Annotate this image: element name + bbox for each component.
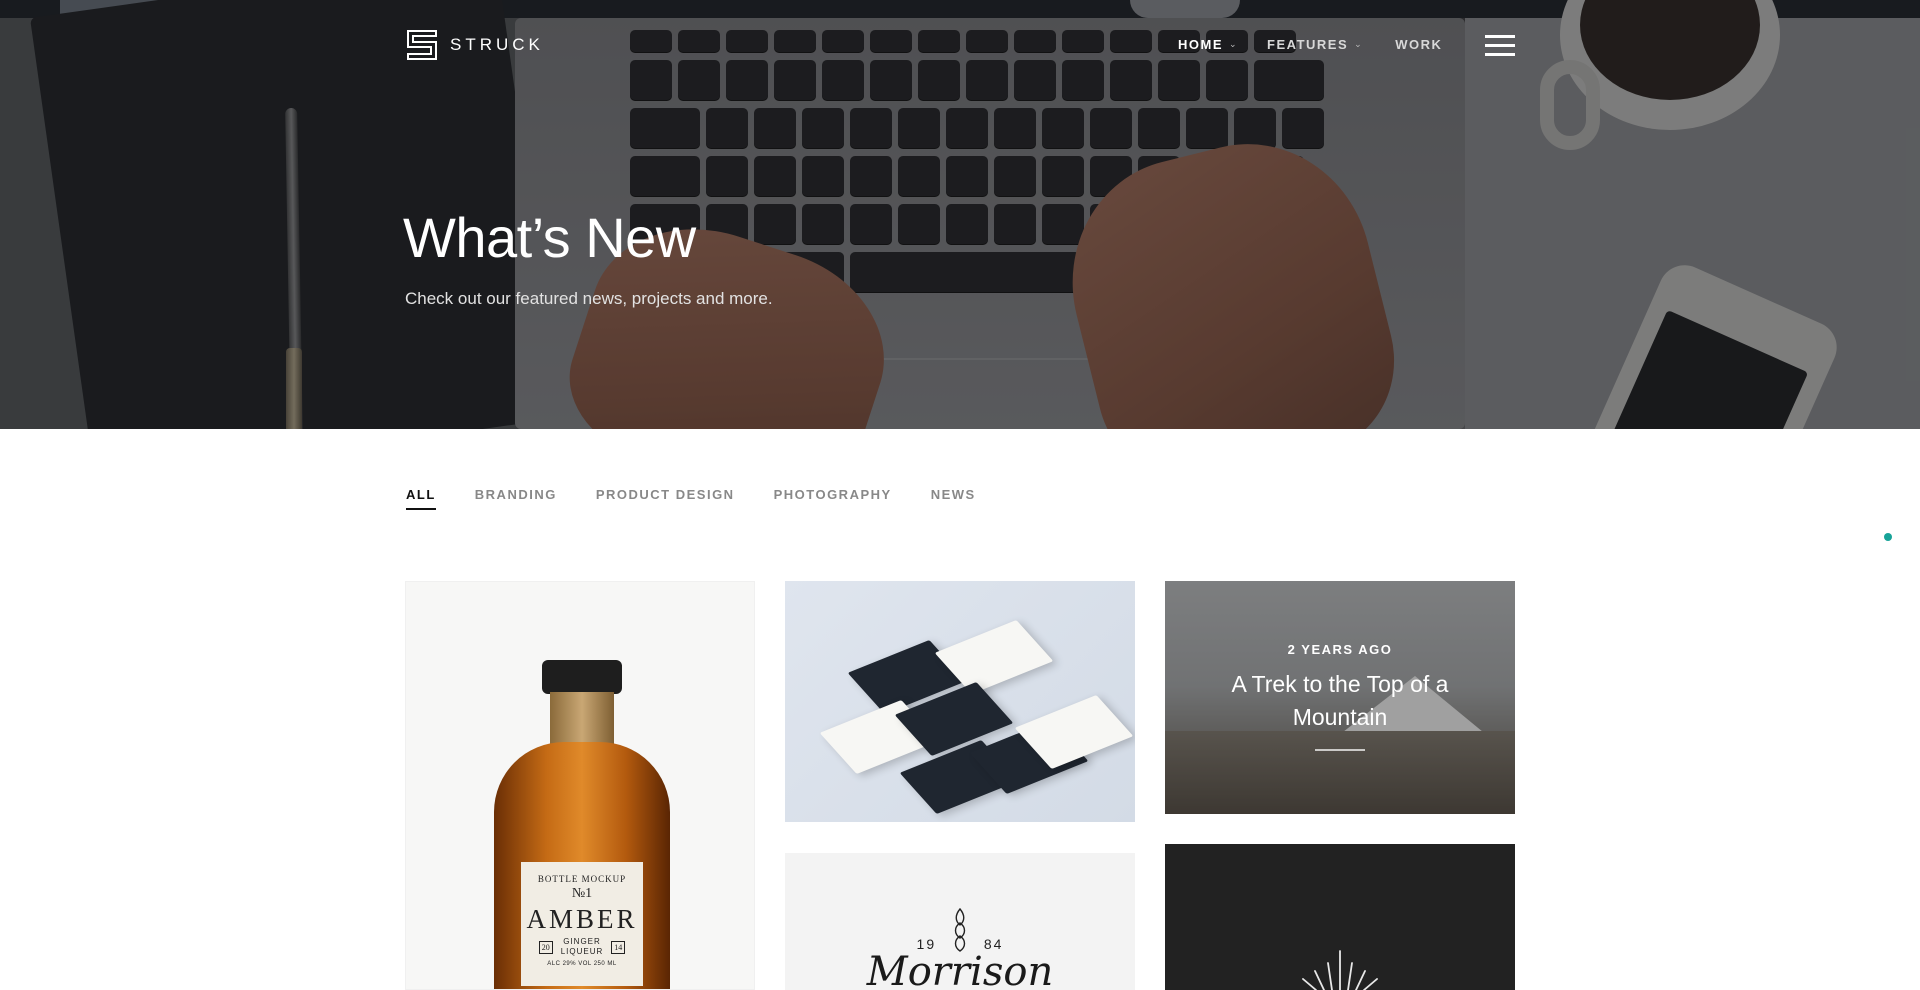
- title-underline: [1315, 749, 1365, 751]
- portfolio-card-morrison[interactable]: 19 84 Morrison: [785, 853, 1135, 990]
- nav-item-home-label: HOME: [1178, 37, 1223, 52]
- page-title: What’s New: [403, 206, 696, 269]
- nav-item-features-label: FEATURES: [1267, 37, 1349, 52]
- page-subtitle: Check out our featured news, projects an…: [405, 289, 773, 308]
- side-indicator-dot[interactable]: [1884, 533, 1892, 541]
- filter-tab-news[interactable]: NEWS: [931, 487, 976, 510]
- filter-tab-all[interactable]: ALL: [406, 487, 436, 510]
- portfolio-card-dark[interactable]: [1165, 844, 1515, 990]
- nav-item-home[interactable]: HOME ⌄: [1178, 37, 1238, 52]
- nav-item-work[interactable]: WORK: [1395, 37, 1442, 52]
- post-title[interactable]: A Trek to the Top of a Mountain: [1205, 668, 1475, 734]
- bottle-label: BOTTLE MOCKUP №1 AMBER 20 GINGER LIQUEUR…: [521, 862, 643, 986]
- site-logo[interactable]: STRUCK: [407, 30, 544, 60]
- bottle-label-top: BOTTLE MOCKUP: [537, 874, 627, 884]
- post-date: 2 YEARS AGO: [1287, 642, 1393, 657]
- bottle-cap: [542, 660, 622, 694]
- nav-item-features[interactable]: FEATURES ⌄: [1267, 37, 1363, 52]
- nav-item-work-label: WORK: [1395, 37, 1443, 52]
- bottle-label-foot: ALC 29% VOL 250 ML: [547, 961, 617, 967]
- bottle-label-brand: AMBER: [526, 904, 638, 934]
- chevron-down-icon: ⌄: [1354, 39, 1364, 49]
- main-navigation: STRUCK HOME ⌄ FEATURES ⌄ WORK: [0, 18, 1920, 72]
- portfolio-card-mountain-trek[interactable]: 2 YEARS AGO A Trek to the Top of a Mount…: [1165, 581, 1515, 814]
- portfolio-card-amber-bottle[interactable]: BOTTLE MOCKUP №1 AMBER 20 GINGER LIQUEUR…: [405, 581, 755, 990]
- portfolio-filter-tabs: ALL BRANDING PRODUCT DESIGN PHOTOGRAPHY …: [406, 487, 1015, 510]
- bottle-label-num-left: 20: [538, 940, 553, 954]
- sunburst-icon: [1302, 950, 1378, 990]
- nav-menu: HOME ⌄ FEATURES ⌄ WORK: [1178, 37, 1442, 52]
- filter-tab-product-design[interactable]: PRODUCT DESIGN: [596, 487, 735, 510]
- chevron-down-icon: ⌄: [1229, 39, 1239, 49]
- portfolio-card-business-cards[interactable]: [785, 581, 1135, 822]
- bottle-label-sub: GINGER LIQUEUR: [560, 937, 604, 956]
- logo-text: STRUCK: [450, 35, 544, 54]
- filter-tab-photography[interactable]: PHOTOGRAPHY: [774, 487, 892, 510]
- bottle-label-num-right: 14: [611, 940, 626, 954]
- bottle-label-number: №1: [571, 886, 593, 901]
- hamburger-icon[interactable]: [1485, 35, 1515, 56]
- morrison-wordmark: Morrison: [866, 949, 1054, 990]
- logo-mark-icon: [407, 30, 437, 60]
- filter-tab-branding[interactable]: BRANDING: [475, 487, 557, 510]
